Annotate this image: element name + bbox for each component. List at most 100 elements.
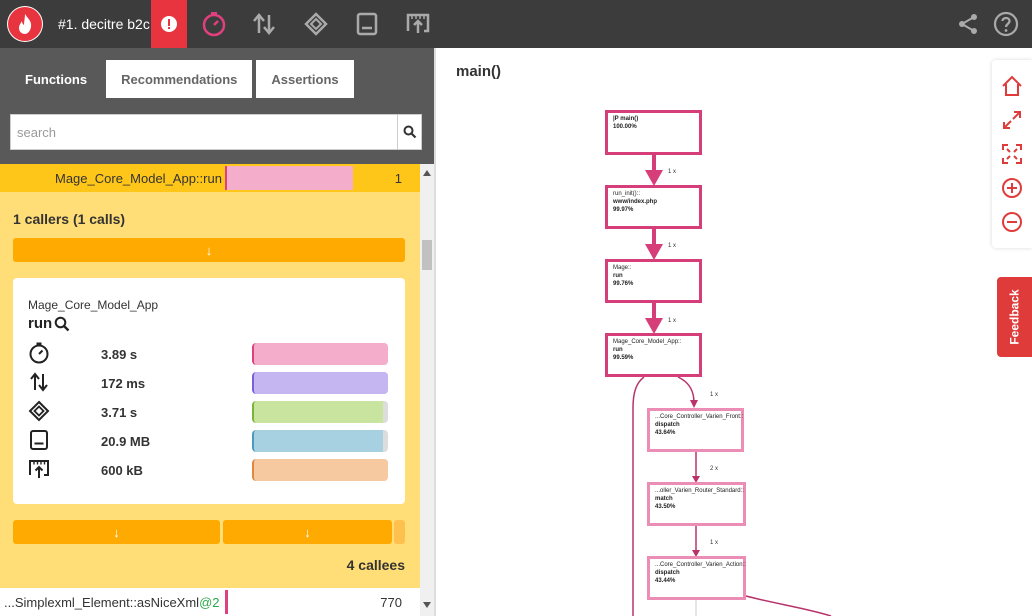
metric-row-cpu: 3.71 s	[13, 400, 405, 424]
node-label: ...oller_Varien_Router_Standard::	[655, 488, 744, 494]
edge-line	[677, 376, 695, 404]
app-title[interactable]: #1. decitre b2c	[58, 16, 150, 32]
metric-value: 3.71 s	[101, 405, 138, 420]
feedback-button[interactable]: Feedback	[997, 277, 1032, 357]
metric-bar	[252, 401, 388, 423]
callee-arrow-button-small[interactable]	[394, 520, 405, 544]
graph-node[interactable]: ...oller_Varien_Router_Standard:: match …	[647, 482, 746, 526]
graph-toolbar	[992, 60, 1032, 248]
share-icon[interactable]	[954, 10, 982, 38]
card-method: run	[28, 315, 70, 332]
card-class-name: Mage_Core_Model_App	[28, 298, 159, 312]
metric-bar	[252, 430, 388, 452]
node-percent: 43.50%	[655, 503, 676, 510]
node-percent: 99.97%	[613, 206, 634, 213]
call-graph-panel: main() 1 x 1 x 1 x 1 x 2 x 1 x |P main()…	[434, 48, 1032, 616]
scroll-thumb[interactable]	[422, 240, 432, 270]
scrollbar[interactable]	[420, 164, 434, 616]
graph-node[interactable]: ...Core_Controller_Varien_Action:: dispa…	[647, 556, 746, 600]
card-method-name: run	[28, 315, 53, 332]
callee-arrow-button[interactable]: ↓	[13, 520, 220, 544]
node-percent: 43.64%	[655, 429, 676, 436]
selected-function-row[interactable]: Mage_Core_Model_App::run 1	[0, 164, 420, 192]
callee-name: ...Simplexml_Element::asNiceXml@2	[4, 595, 220, 610]
node-sublabel: www/index.php	[613, 198, 658, 205]
edge-label: 1 x	[710, 540, 719, 546]
edge-arrow	[690, 400, 698, 408]
scroll-up-icon[interactable]	[423, 170, 431, 176]
memory-icon	[28, 429, 50, 451]
edge-label: 1 x	[668, 169, 677, 175]
search-icon[interactable]	[54, 316, 70, 332]
search-input[interactable]	[11, 115, 397, 149]
top-bar: #1. decitre b2c	[0, 0, 1032, 48]
flame-icon[interactable]	[7, 6, 43, 42]
zoom-out-icon[interactable]	[1000, 210, 1024, 234]
help-icon[interactable]	[992, 10, 1020, 38]
alert-icon[interactable]	[151, 0, 187, 48]
node-label: |P main()	[613, 116, 639, 122]
cpu-icon[interactable]	[302, 10, 330, 38]
function-name: Mage_Core_Model_App::run	[55, 171, 222, 186]
edge-label: 1 x	[668, 318, 677, 324]
metric-bar	[252, 343, 388, 365]
tab-recommendations[interactable]: Recommendations	[106, 60, 253, 98]
memory-icon[interactable]	[353, 10, 381, 38]
search-box	[10, 114, 422, 150]
graph-node[interactable]: Mage_Core_Model_App:: run 99.59%	[605, 333, 702, 377]
stopwatch-icon[interactable]	[200, 10, 228, 38]
network-icon	[28, 458, 50, 480]
node-sublabel: dispatch	[655, 421, 680, 428]
node-label: Mage::	[613, 265, 632, 271]
callee-count: 770	[380, 595, 402, 610]
graph-edges	[632, 154, 832, 616]
graph-node[interactable]: run_init():: www/index.php 99.97%	[605, 185, 702, 229]
function-count: 1	[394, 171, 402, 186]
zoom-in-icon[interactable]	[1000, 176, 1024, 200]
edge-arrow	[645, 244, 663, 260]
node-percent: 100.00%	[613, 123, 637, 130]
metric-row-time: 3.89 s	[13, 342, 405, 366]
callee-row[interactable]: ...Simplexml_Element::asNiceXml@2 770	[0, 588, 420, 616]
search-icon[interactable]	[397, 115, 421, 149]
metric-value: 3.89 s	[101, 347, 138, 362]
node-percent: 99.76%	[613, 280, 634, 287]
callee-tag: @2	[199, 595, 220, 610]
metric-row-network: 600 kB	[13, 458, 405, 482]
home-icon[interactable]	[1000, 74, 1024, 98]
graph-node[interactable]: |P main() 100.00%	[605, 110, 702, 155]
graph-node[interactable]: Mage:: run 99.76%	[605, 259, 702, 303]
fit-icon[interactable]	[1000, 142, 1024, 166]
edge-label: 1 x	[668, 243, 677, 249]
expand-icon[interactable]	[1000, 108, 1024, 132]
node-percent: 43.44%	[655, 577, 676, 584]
node-sublabel: run	[613, 346, 623, 353]
stopwatch-icon	[28, 342, 50, 364]
node-sublabel: match	[655, 495, 673, 502]
callee-bar	[225, 590, 228, 614]
node-percent: 99.59%	[613, 354, 634, 361]
edge-label: 2 x	[710, 466, 719, 472]
tab-functions[interactable]: Functions	[10, 60, 103, 98]
network-icon[interactable]	[404, 10, 432, 38]
edge-arrow	[645, 318, 663, 334]
tab-assertions[interactable]: Assertions	[256, 60, 354, 98]
arrows-updown-icon[interactable]	[250, 10, 278, 38]
caller-arrow-button[interactable]: ↓	[13, 238, 405, 262]
node-sublabel: run	[613, 272, 623, 279]
tab-bar: Functions Recommendations Assertions	[10, 60, 354, 98]
callee-arrow-button[interactable]: ↓	[223, 520, 392, 544]
metric-bar	[252, 459, 388, 481]
edge-line	[632, 376, 645, 616]
graph-node[interactable]: ...Core_Controller_Varien_Front:: dispat…	[647, 408, 744, 452]
scroll-down-icon[interactable]	[423, 602, 431, 608]
functions-panel: Functions Recommendations Assertions Mag…	[0, 48, 434, 616]
edge-arrow	[645, 170, 663, 186]
metric-value: 600 kB	[101, 463, 143, 478]
search-area	[0, 98, 434, 164]
callees-title: 4 callees	[346, 557, 405, 573]
metric-bar	[252, 372, 388, 394]
arrow-down-icon: ↓	[113, 524, 120, 540]
arrow-down-icon: ↓	[205, 242, 213, 258]
function-card: Mage_Core_Model_App run 3.89 s 172 ms 3.…	[13, 278, 405, 504]
